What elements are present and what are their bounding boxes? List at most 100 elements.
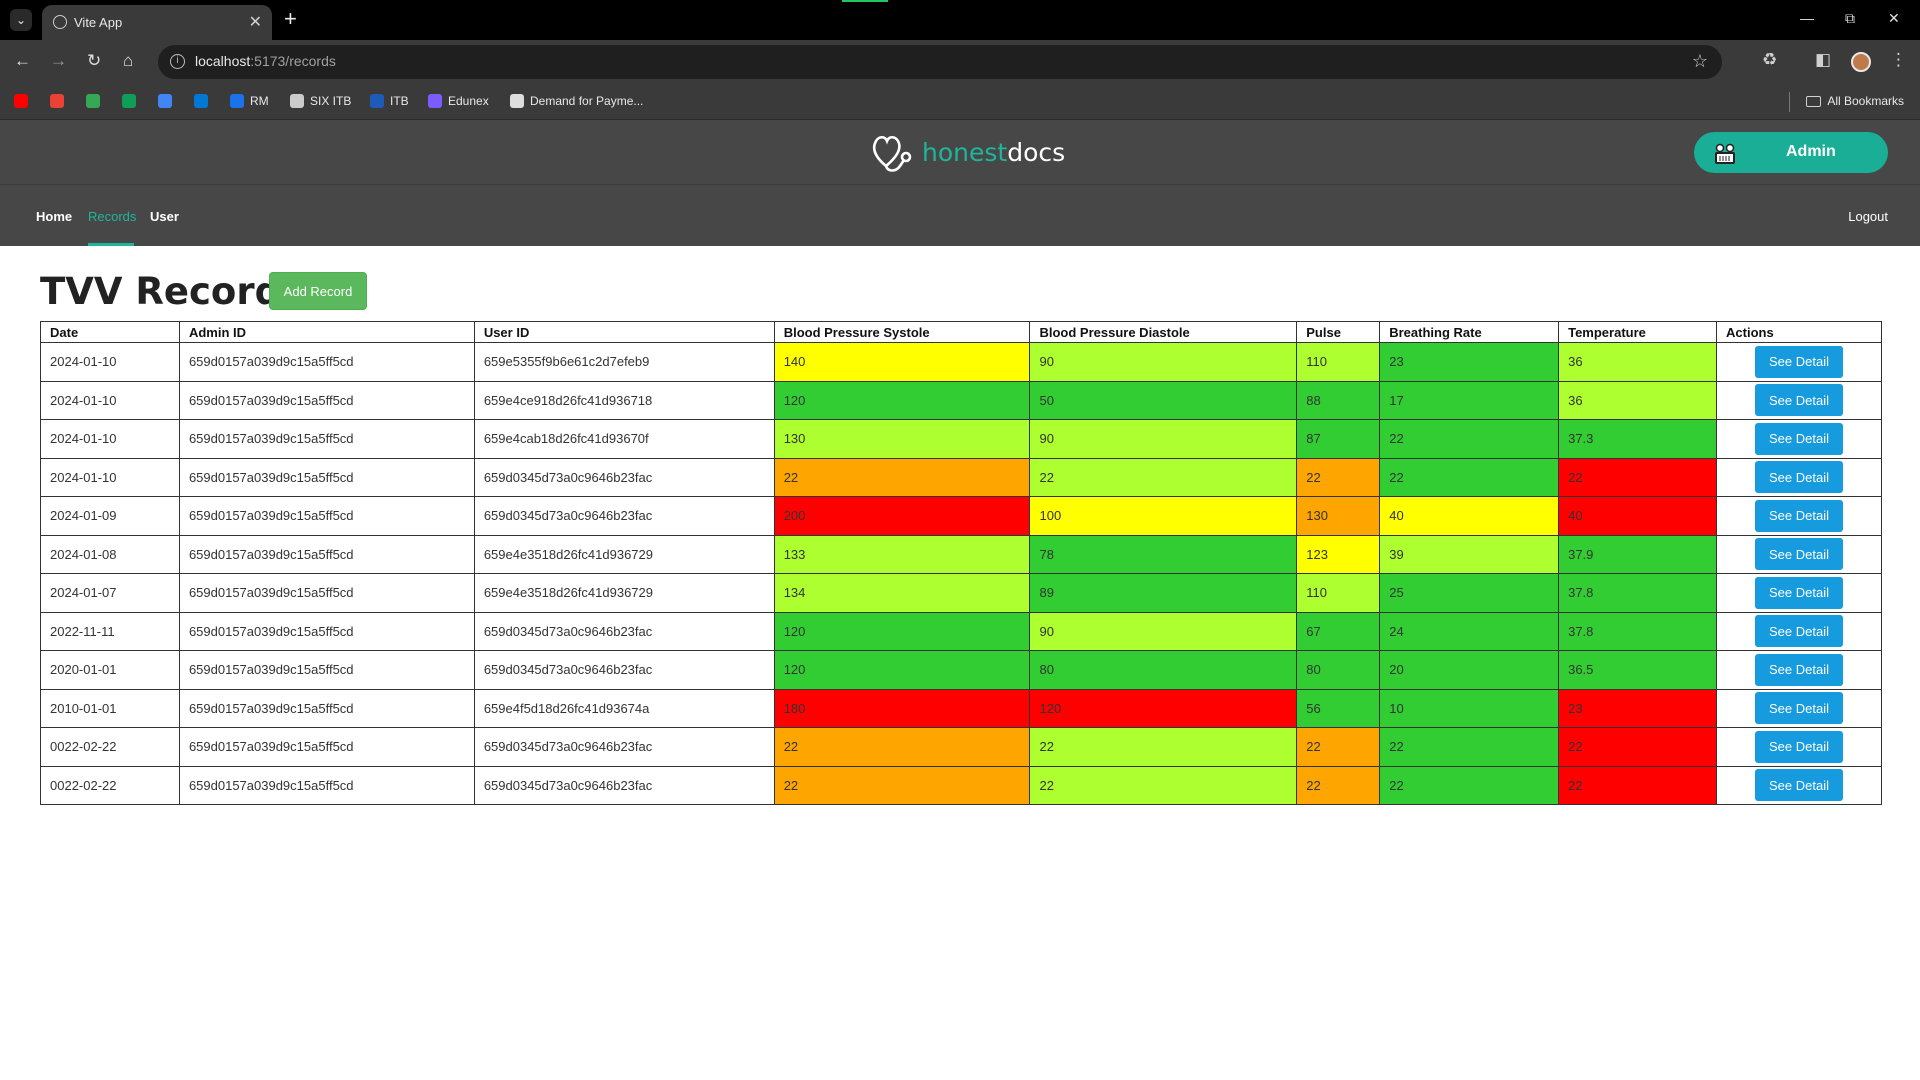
see-detail-button[interactable]: See Detail	[1755, 692, 1843, 725]
cell-temperature: 36	[1558, 380, 1718, 420]
cell-user-id: 659e4cab18d26fc41d93670f	[473, 419, 775, 459]
profile-avatar[interactable]	[1851, 52, 1871, 72]
side-panel-icon[interactable]: ◧	[1815, 50, 1831, 70]
cell-bp-systole: 120	[773, 650, 1031, 690]
see-detail-button[interactable]: See Detail	[1755, 653, 1843, 686]
window-close-icon[interactable]: ✕	[1888, 10, 1900, 27]
cell-temperature: 22	[1558, 727, 1718, 767]
col-actions: Actions	[1716, 321, 1882, 343]
bookmark-item[interactable]: Demand for Payme...	[510, 94, 643, 108]
see-detail-button[interactable]: See Detail	[1755, 422, 1843, 455]
bookmark-item[interactable]: RM	[230, 94, 269, 108]
cell-user-id: 659d0345d73a0c9646b23fac	[473, 765, 775, 805]
nav-user[interactable]: User	[150, 209, 179, 224]
bookmark-item[interactable]	[86, 94, 100, 108]
admin-label: Admin	[1786, 143, 1836, 160]
see-detail-button[interactable]: See Detail	[1755, 384, 1843, 417]
app-nav: Home Records User Logout	[0, 184, 1920, 246]
bookmark-item[interactable]: ITB	[370, 94, 409, 108]
back-icon[interactable]: ←	[14, 50, 31, 72]
col-user-id: User ID	[473, 321, 775, 343]
cell-pulse: 56	[1296, 688, 1381, 728]
new-tab-icon[interactable]: +	[284, 8, 297, 30]
cell-bp-diastole: 120	[1029, 688, 1298, 728]
cell-temperature: 40	[1558, 496, 1718, 536]
nav-records[interactable]: Records	[88, 209, 136, 224]
folder-icon	[1806, 95, 1822, 107]
brand-honest: honest	[922, 137, 1008, 167]
bookmark-item[interactable]	[14, 94, 28, 108]
cell-actions: See Detail	[1716, 496, 1882, 536]
site-info-icon[interactable]: i	[170, 54, 185, 69]
cell-bp-systole: 120	[773, 380, 1031, 420]
cell-pulse: 110	[1296, 342, 1381, 382]
see-detail-button[interactable]: See Detail	[1755, 461, 1843, 494]
see-detail-button[interactable]: See Detail	[1755, 538, 1843, 571]
extensions-icon[interactable]: ♻	[1762, 50, 1777, 70]
reload-icon[interactable]: ↻	[87, 50, 101, 72]
cell-actions: See Detail	[1716, 342, 1882, 382]
cell-pulse: 130	[1296, 496, 1381, 536]
close-tab-icon[interactable]: ✕	[249, 12, 262, 32]
cell-temperature: 36.5	[1558, 650, 1718, 690]
bookmark-item[interactable]	[122, 94, 136, 108]
see-detail-button[interactable]: See Detail	[1755, 499, 1843, 532]
bookmark-item[interactable]	[50, 94, 64, 108]
cell-admin-id: 659d0157a039d9c15a5ff5cd	[178, 419, 475, 459]
restore-icon[interactable]: ⧉	[1845, 10, 1855, 27]
bookmark-label: SIX ITB	[310, 94, 352, 108]
cell-actions: See Detail	[1716, 650, 1882, 690]
cell-date: 0022-02-22	[40, 765, 180, 805]
bookmark-star-icon[interactable]: ☆	[1692, 51, 1708, 72]
bookmark-item[interactable]	[158, 94, 172, 108]
home-icon[interactable]: ⌂	[123, 50, 133, 72]
cell-breathing-rate: 22	[1379, 765, 1560, 805]
all-bookmarks[interactable]: All Bookmarks	[1806, 94, 1904, 108]
see-detail-button[interactable]: See Detail	[1755, 769, 1843, 802]
address-bar[interactable]: i localhost:5173/records ☆	[158, 45, 1722, 79]
minimize-icon[interactable]: —	[1800, 10, 1814, 26]
six-itb-icon	[290, 94, 304, 108]
cell-bp-diastole: 90	[1029, 419, 1298, 459]
cell-actions: See Detail	[1716, 611, 1882, 651]
brand-logo[interactable]: honestdocs	[870, 130, 1065, 174]
forward-icon[interactable]: →	[50, 50, 67, 72]
bookmark-item[interactable]: SIX ITB	[290, 94, 351, 108]
app-header: honestdocs Admin	[0, 120, 1920, 184]
cell-pulse: 22	[1296, 765, 1381, 805]
col-bp-diastole: Blood Pressure Diastole	[1029, 321, 1298, 343]
bookmark-label: ITB	[390, 94, 409, 108]
see-detail-button[interactable]: See Detail	[1755, 345, 1843, 378]
table-row: 0022-02-22 659d0157a039d9c15a5ff5cd 659d03…	[40, 727, 1882, 767]
records-table: Date Admin ID User ID Blood Pressure Sys…	[40, 321, 1882, 805]
browser-tab[interactable]: Vite App ✕	[42, 5, 272, 40]
cell-date: 2010-01-01	[40, 688, 180, 728]
cell-breathing-rate: 22	[1379, 419, 1560, 459]
tab-search-icon[interactable]: ⌄	[10, 9, 32, 31]
nav-home[interactable]: Home	[36, 209, 72, 224]
cell-temperature: 36	[1558, 342, 1718, 382]
cell-breathing-rate: 22	[1379, 727, 1560, 767]
add-record-button[interactable]: Add Record	[269, 272, 367, 310]
logout-link[interactable]: Logout	[1848, 209, 1888, 224]
cell-temperature: 37.8	[1558, 611, 1718, 651]
bookmark-item[interactable]	[194, 94, 208, 108]
cell-bp-diastole: 100	[1029, 496, 1298, 536]
menu-icon[interactable]: ⋮	[1890, 50, 1907, 70]
cell-user-id: 659d0345d73a0c9646b23fac	[473, 611, 775, 651]
cell-date: 2022-11-11	[40, 611, 180, 651]
cell-pulse: 88	[1296, 380, 1381, 420]
cell-breathing-rate: 22	[1379, 457, 1560, 497]
cell-bp-systole: 130	[773, 419, 1031, 459]
bookmark-item[interactable]: Edunex	[428, 94, 489, 108]
see-detail-button[interactable]: See Detail	[1755, 576, 1843, 609]
cell-pulse: 87	[1296, 419, 1381, 459]
cell-breathing-rate: 25	[1379, 573, 1560, 613]
admin-profile-button[interactable]: Admin	[1694, 132, 1888, 173]
see-detail-button[interactable]: See Detail	[1755, 730, 1843, 763]
rm-icon	[230, 94, 244, 108]
url-text[interactable]: localhost:5173/records	[195, 53, 336, 69]
cell-breathing-rate: 17	[1379, 380, 1560, 420]
col-breathing-rate: Breathing Rate	[1379, 321, 1560, 343]
see-detail-button[interactable]: See Detail	[1755, 615, 1843, 648]
